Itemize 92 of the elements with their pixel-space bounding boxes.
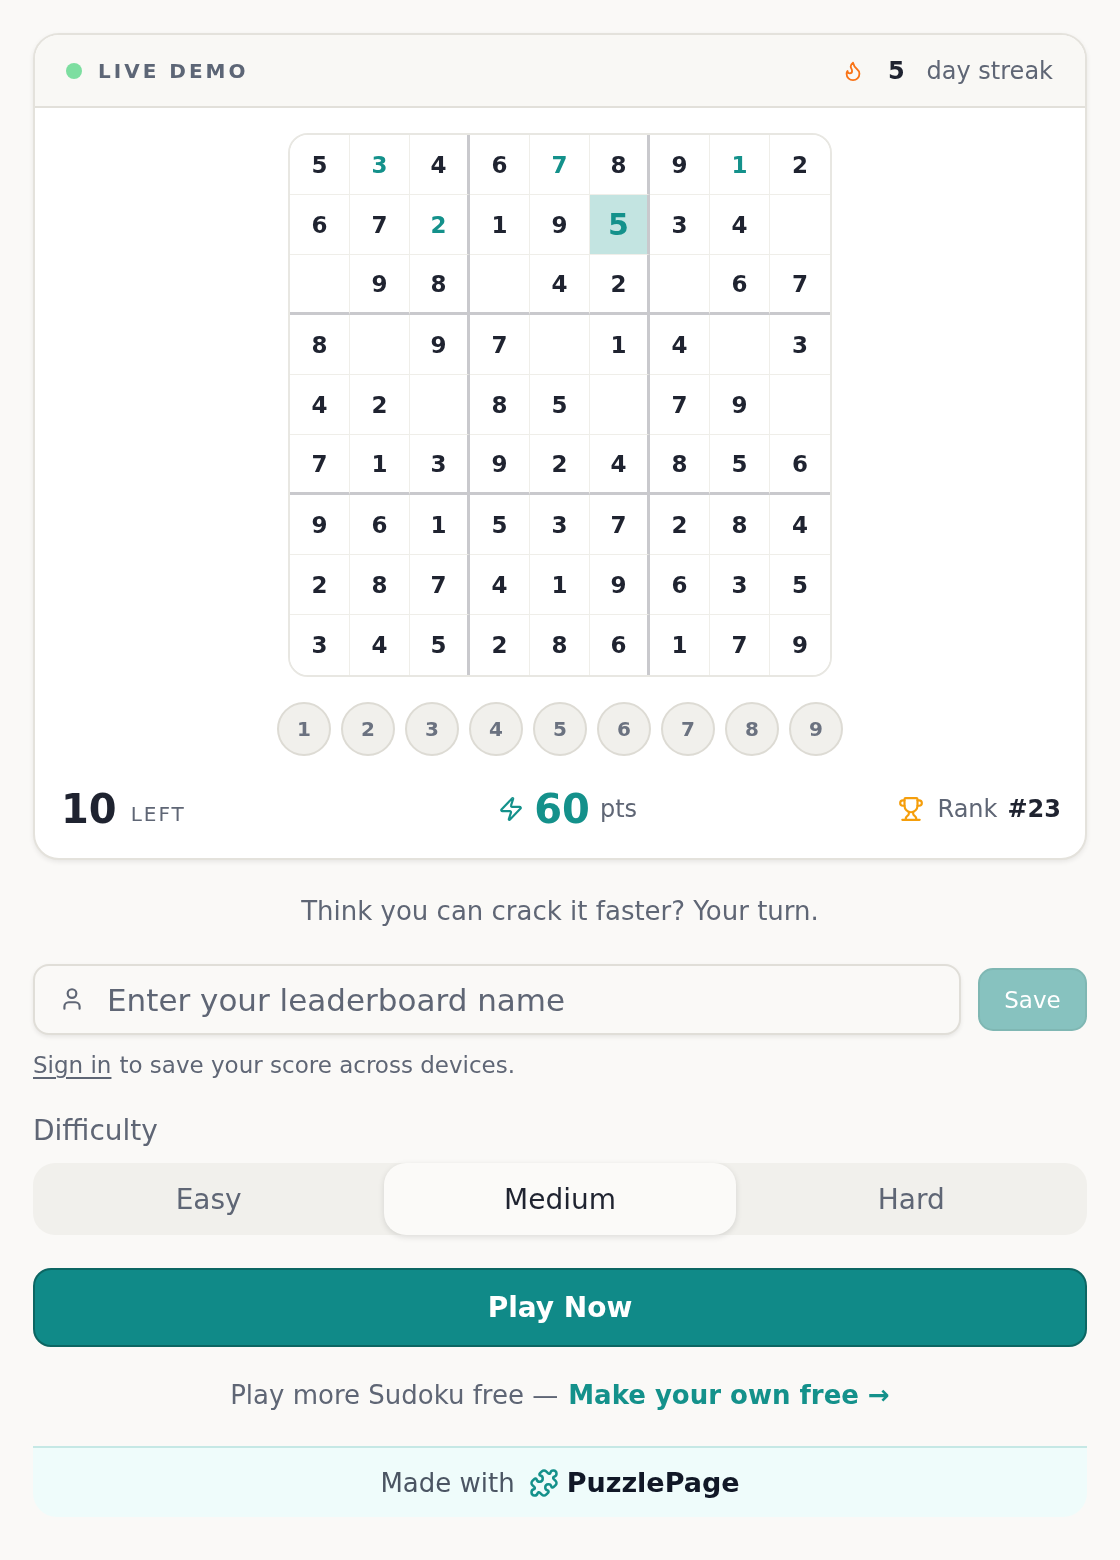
given-cell[interactable]: 9 — [290, 495, 350, 555]
sign-in-link[interactable]: Sign in — [33, 1052, 112, 1078]
given-cell[interactable]: 8 — [470, 375, 530, 435]
given-cell[interactable]: 1 — [530, 555, 590, 615]
rank-label: Rank — [937, 795, 998, 823]
given-cell[interactable]: 6 — [290, 195, 350, 255]
prompt-text: Think you can crack it faster? Your turn. — [301, 896, 819, 926]
make-your-own-link[interactable]: Make your own free → — [568, 1380, 890, 1410]
given-cell[interactable]: 2 — [530, 435, 590, 495]
given-cell[interactable]: 8 — [650, 435, 710, 495]
number-button[interactable]: 4 — [469, 702, 523, 756]
made-with-label: Made with — [380, 1467, 515, 1498]
number-button[interactable]: 7 — [661, 702, 715, 756]
given-cell[interactable]: 2 — [290, 555, 350, 615]
given-cell[interactable]: 8 — [590, 135, 650, 195]
brand-name: PuzzlePage — [566, 1467, 740, 1498]
cells-left-label: LEFT — [130, 802, 186, 826]
given-cell[interactable]: 4 — [410, 135, 470, 195]
given-cell[interactable]: 4 — [590, 435, 650, 495]
given-cell[interactable]: 3 — [650, 195, 710, 255]
number-button[interactable]: 1 — [277, 702, 331, 756]
entered-cell[interactable]: 3 — [350, 135, 410, 195]
number-button[interactable]: 9 — [789, 702, 843, 756]
given-cell[interactable]: 4 — [710, 195, 770, 255]
entered-cell[interactable]: 2 — [410, 195, 470, 255]
points-unit: pts — [599, 795, 638, 823]
given-cell[interactable]: 8 — [290, 315, 350, 375]
given-cell[interactable]: 4 — [470, 555, 530, 615]
difficulty-option[interactable]: Hard — [735, 1163, 1087, 1235]
given-cell[interactable]: 8 — [350, 555, 410, 615]
given-cell[interactable]: 3 — [410, 435, 470, 495]
status-dot-icon — [66, 62, 82, 79]
given-cell[interactable]: 9 — [350, 255, 410, 315]
trophy-icon — [897, 796, 924, 822]
difficulty-label: Difficulty — [33, 1114, 158, 1147]
entered-cell[interactable]: 1 — [710, 135, 770, 195]
given-cell[interactable]: 2 — [650, 495, 710, 555]
given-cell[interactable]: 7 — [590, 495, 650, 555]
given-cell[interactable]: 6 — [350, 495, 410, 555]
given-cell[interactable]: 3 — [710, 555, 770, 615]
given-cell[interactable]: 7 — [650, 375, 710, 435]
given-cell[interactable]: 5 — [290, 135, 350, 195]
given-cell[interactable]: 6 — [470, 135, 530, 195]
given-cell[interactable]: 1 — [350, 435, 410, 495]
points-value: 60 — [534, 786, 590, 832]
given-cell[interactable]: 7 — [290, 435, 350, 495]
given-cell[interactable]: 1 — [410, 495, 470, 555]
sign-in-note: Sign in to save your score across devices. — [33, 1052, 516, 1078]
given-cell[interactable]: 9 — [470, 435, 530, 495]
given-cell[interactable]: 1 — [470, 195, 530, 255]
given-cell[interactable]: 7 — [350, 195, 410, 255]
given-cell[interactable]: 9 — [650, 135, 710, 195]
given-cell[interactable]: 5 — [710, 435, 770, 495]
given-cell[interactable]: 9 — [590, 555, 650, 615]
given-cell[interactable]: 6 — [650, 555, 710, 615]
play-now-button[interactable]: Play Now — [33, 1268, 1087, 1347]
live-label: LIVE DEMO — [98, 58, 249, 83]
given-cell[interactable]: 2 — [590, 255, 650, 315]
given-cell[interactable]: 9 — [710, 375, 770, 435]
cells-left-count: 10 — [61, 786, 117, 832]
given-cell[interactable]: 7 — [410, 555, 470, 615]
given-cell[interactable]: 5 — [470, 495, 530, 555]
name-input-field[interactable]: Enter your leaderboard name — [33, 964, 961, 1035]
given-cell[interactable]: 4 — [530, 255, 590, 315]
given-cell[interactable]: 6 — [710, 255, 770, 315]
more-puzzles-line: Play more Sudoku free — Make your own free → — [229, 1380, 891, 1410]
given-cell[interactable]: 2 — [350, 375, 410, 435]
streak-label: day streak — [926, 56, 1053, 85]
given-cell[interactable]: 9 — [530, 195, 590, 255]
puzzle-icon — [528, 1467, 559, 1498]
given-cell[interactable]: 3 — [290, 615, 350, 675]
number-button[interactable]: 6 — [597, 702, 651, 756]
number-button[interactable]: 8 — [725, 702, 779, 756]
given-cell[interactable]: 1 — [590, 315, 650, 375]
entered-cell[interactable]: 7 — [530, 135, 590, 195]
difficulty-option[interactable]: Medium — [384, 1163, 736, 1235]
given-cell[interactable]: 8 — [410, 255, 470, 315]
given-cell[interactable]: 4 — [650, 315, 710, 375]
given-cell[interactable]: 5 — [530, 375, 590, 435]
given-cell[interactable]: 7 — [470, 315, 530, 375]
streak-count: 5 — [887, 56, 905, 85]
number-button[interactable]: 2 — [341, 702, 395, 756]
given-cell[interactable]: 4 — [290, 375, 350, 435]
given-cell[interactable]: 8 — [710, 495, 770, 555]
given-cell[interactable]: 9 — [410, 315, 470, 375]
lightning-icon — [498, 796, 525, 822]
rank-value: #23 — [1007, 795, 1061, 823]
given-cell[interactable]: 3 — [530, 495, 590, 555]
number-button[interactable]: 5 — [533, 702, 587, 756]
given-cell[interactable]: 2 — [770, 135, 830, 195]
difficulty-option[interactable]: Easy — [33, 1163, 385, 1235]
number-button[interactable]: 3 — [405, 702, 459, 756]
